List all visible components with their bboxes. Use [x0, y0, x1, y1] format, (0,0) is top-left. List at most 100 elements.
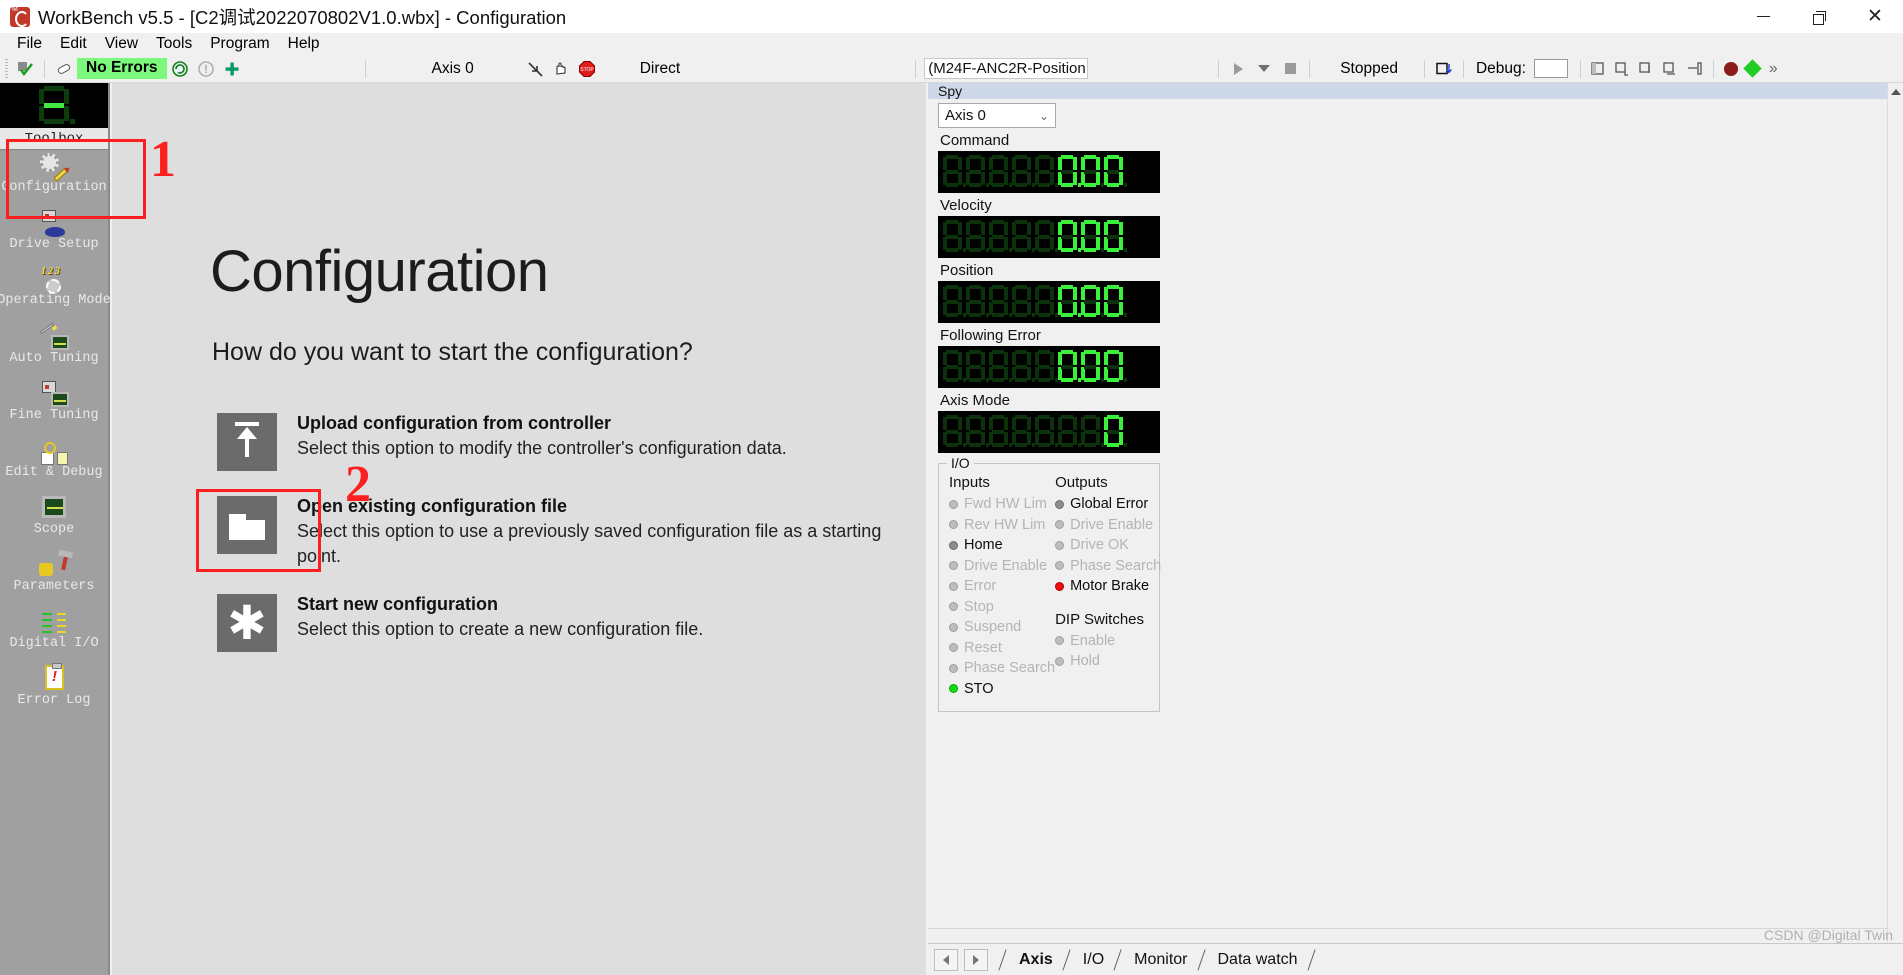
menu-view[interactable]: View — [96, 34, 147, 54]
option-upload-configuration[interactable]: Upload configuration from controller Sel… — [217, 413, 917, 471]
sidebar-item-fine-tuning[interactable]: Fine Tuning — [0, 378, 108, 435]
close-button[interactable]: ✕ — [1847, 0, 1903, 33]
tab-axis[interactable]: Axis — [1010, 947, 1062, 973]
io-output-row: Drive OK — [1055, 535, 1161, 556]
run-status-label: Stopped — [1340, 59, 1398, 77]
io-input-row: Reset — [949, 638, 1055, 659]
seven-segment-digit — [1012, 350, 1035, 384]
toolbar-overflow-icon[interactable]: » — [1769, 60, 1778, 78]
minimize-button[interactable] — [1735, 0, 1791, 33]
scroll-up-icon[interactable] — [1888, 83, 1903, 100]
menu-help[interactable]: Help — [279, 34, 329, 54]
error-log-clipboard-icon — [39, 663, 69, 693]
sidebar-item-digital-io[interactable]: Digital I/O — [0, 606, 108, 663]
seven-segment-digit — [1104, 220, 1127, 254]
stop-square-icon[interactable] — [1279, 58, 1301, 80]
toolbar-separator-8 — [1579, 59, 1581, 78]
status-led-icon — [949, 684, 958, 694]
toolbox-sidebar: Toolbox Configuration Drive Setup 123 Op… — [0, 83, 111, 975]
menu-tools[interactable]: Tools — [147, 34, 201, 54]
io-output-label: Global Error — [1070, 496, 1149, 513]
svg-text:STOP: STOP — [580, 67, 594, 73]
chevron-down-icon[interactable] — [1253, 58, 1275, 80]
eraser-icon[interactable] — [53, 58, 75, 80]
menu-program[interactable]: Program — [201, 34, 278, 54]
seven-segment-digit — [1058, 285, 1081, 319]
sidebar-item-drive-setup[interactable]: Drive Setup — [0, 207, 108, 264]
toolbar-separator-3 — [915, 59, 917, 78]
tab-data-watch[interactable]: Data watch — [1209, 947, 1307, 973]
io-dip-label: Enable — [1070, 632, 1116, 649]
menu-file[interactable]: File — [8, 34, 51, 54]
io-input-label: Home — [964, 537, 1003, 554]
seven-segment-digit — [966, 415, 989, 449]
bottom-tab-bar: Axis I/O Monitor Data watch — [928, 943, 1903, 975]
toolbar-separator-5 — [1309, 59, 1311, 78]
option-new-heading: Start new configuration — [297, 594, 499, 614]
menu-edit[interactable]: Edit — [51, 34, 96, 54]
sidebar-item-auto-tuning[interactable]: ✦ Auto Tuning — [0, 321, 108, 378]
hand-icon[interactable] — [550, 58, 572, 80]
option-open-existing[interactable]: Open existing configuration file Select … — [217, 496, 917, 569]
page-title: Configuration — [210, 239, 549, 304]
info-circle-icon[interactable] — [195, 58, 217, 80]
debug-field[interactable] — [1533, 59, 1568, 78]
open-folder-icon[interactable] — [217, 496, 277, 554]
spy-caption: Spy — [928, 83, 1903, 99]
option-open-body: Open existing configuration file Select … — [297, 496, 917, 569]
refresh-circle-icon[interactable] — [169, 58, 191, 80]
debug-step-into-icon[interactable] — [1638, 61, 1656, 77]
compile-check-icon[interactable] — [14, 58, 36, 80]
spy-panel: Spy Axis 0 ⌄ Command Velocity Position F… — [928, 83, 1903, 975]
stop-sign-icon[interactable]: STOP — [576, 58, 598, 80]
jog-arrow-icon[interactable] — [524, 58, 546, 80]
debug-step-over-icon[interactable] — [1614, 61, 1632, 77]
io-input-row: Phase Search — [949, 658, 1055, 679]
status-led-icon — [949, 499, 958, 509]
readout-display-velocity — [938, 216, 1160, 258]
diamond-green-icon[interactable] — [1743, 59, 1762, 78]
upload-arrow-icon[interactable] — [217, 413, 277, 471]
axis-select[interactable]: Axis 0 ⌄ — [938, 103, 1056, 128]
plus-icon[interactable] — [221, 58, 243, 80]
sidebar-item-scope[interactable]: Scope — [0, 492, 108, 549]
option-open-description: Select this option to use a previously s… — [297, 521, 882, 566]
seven-segment-digit — [1081, 285, 1104, 319]
tab-next-icon[interactable] — [964, 948, 988, 971]
asterisk-new-icon[interactable]: ✱ — [217, 594, 277, 652]
toolbox-caption: Toolbox — [0, 128, 108, 150]
status-led-icon — [949, 520, 958, 530]
window-layout-icon[interactable] — [1433, 58, 1455, 80]
record-dot-icon[interactable] — [1723, 61, 1738, 76]
sidebar-label-error-log: Error Log — [17, 693, 91, 708]
maximize-button[interactable] — [1791, 0, 1847, 33]
window-controls: ✕ — [1735, 0, 1903, 33]
sidebar-item-error-log[interactable]: Error Log — [0, 663, 108, 720]
sidebar-item-edit-debug[interactable]: Edit & Debug — [0, 435, 108, 492]
sidebar-item-parameters[interactable]: Parameters — [0, 549, 108, 606]
status-led-icon — [1055, 636, 1065, 646]
option-new-description: Select this option to create a new confi… — [297, 619, 704, 639]
run-play-icon[interactable] — [1227, 58, 1249, 80]
spy-scrollbar[interactable] — [1887, 83, 1903, 975]
io-outputs-column: Outputs Global Error Drive Enable Drive OK… — [1055, 474, 1161, 699]
tab-io[interactable]: I/O — [1074, 947, 1113, 973]
edit-debug-magnifier-icon — [39, 437, 69, 465]
toolbar-grip[interactable] — [5, 58, 8, 79]
sidebar-label-operating-mode: Operating Mode — [0, 293, 111, 308]
sidebar-item-operating-mode[interactable]: 123 Operating Mode — [0, 264, 111, 321]
option-start-new[interactable]: ✱ Start new configuration Select this op… — [217, 594, 917, 652]
sidebar-item-configuration[interactable]: Configuration — [0, 150, 108, 207]
debug-step-out-icon[interactable] — [1662, 61, 1680, 77]
tab-prev-icon[interactable] — [934, 948, 958, 971]
toolbar-separator-2 — [364, 59, 366, 78]
minimize-icon — [1756, 15, 1770, 18]
io-input-row: Suspend — [949, 617, 1055, 638]
debug-step-1-icon[interactable] — [1590, 61, 1608, 77]
io-output-row: Phase Search — [1055, 556, 1161, 577]
tab-monitor[interactable]: Monitor — [1125, 947, 1196, 973]
program-combo[interactable]: (M24F-ANC2R-Position — [924, 58, 1089, 79]
readout-label-following-error: Following Error — [940, 327, 1041, 344]
configuration-gear-pencil-icon — [39, 152, 69, 182]
debug-run-to-cursor-icon[interactable] — [1686, 61, 1704, 77]
